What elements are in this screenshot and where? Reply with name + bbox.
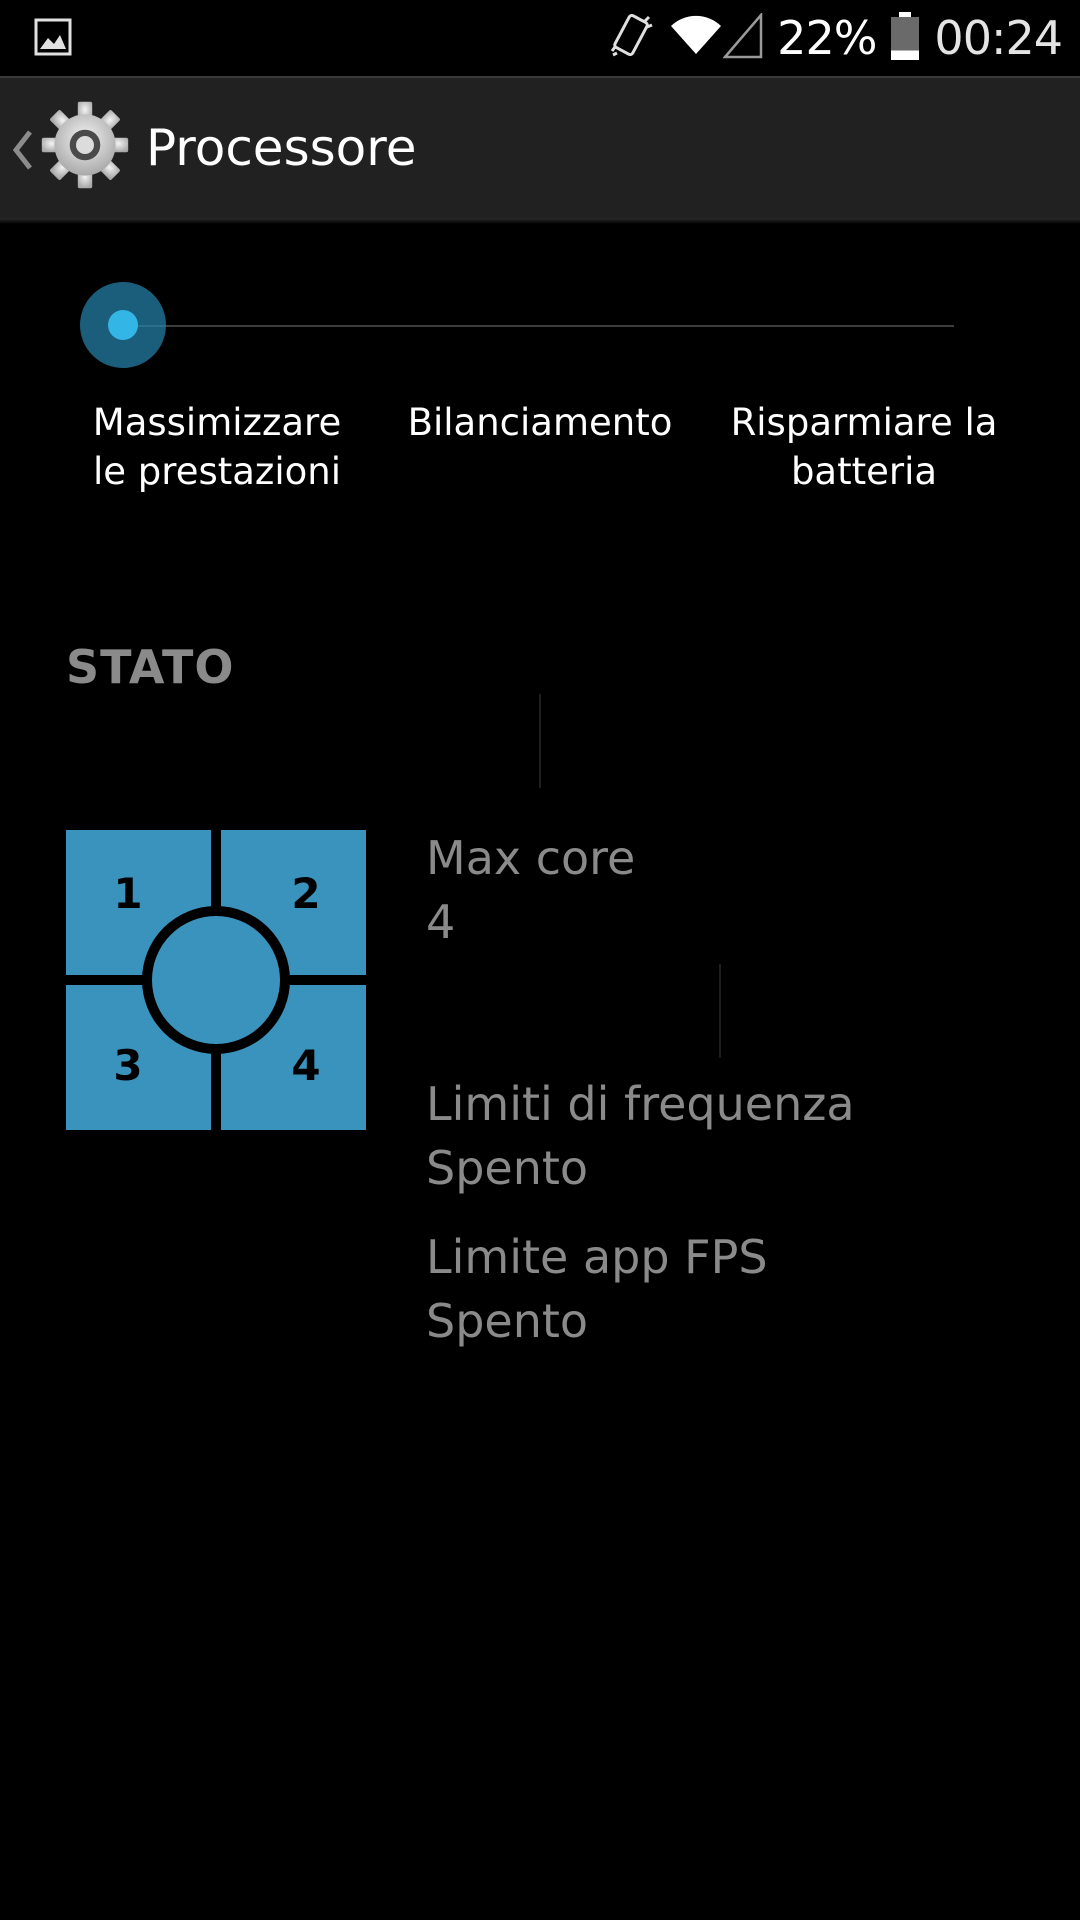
chevron-left-icon <box>12 130 34 175</box>
clock: 00:24 <box>934 11 1063 65</box>
status-bar: 22% 00:24 <box>0 0 1080 76</box>
mode-option-battery-saving[interactable]: Risparmiare la batteria <box>712 398 1016 496</box>
mode-option-balanced[interactable]: Bilanciamento <box>395 398 685 447</box>
divider <box>539 694 541 788</box>
slider-thumb[interactable] <box>80 282 166 368</box>
stat-value: Spento <box>426 1294 589 1348</box>
core-label-2: 2 <box>291 869 320 918</box>
cpu-cores-icon: 1 2 3 4 <box>66 830 366 1130</box>
stat-max-core[interactable]: Max core 4 <box>426 826 635 954</box>
stat-value: Spento <box>426 1141 589 1195</box>
action-bar: Processore <box>0 76 1080 218</box>
gallery-notification-icon <box>34 18 72 61</box>
gear-icon <box>40 100 130 195</box>
stat-title: Limite app FPS <box>426 1230 768 1284</box>
core-label-4: 4 <box>291 1041 320 1090</box>
core-label-3: 3 <box>113 1041 142 1090</box>
stat-title: Limiti di frequenza <box>426 1077 855 1131</box>
stat-title: Max core <box>426 831 636 885</box>
core-label-1: 1 <box>113 869 142 918</box>
stat-app-fps-limit[interactable]: Limite app FPS Spento <box>426 1225 768 1353</box>
slider-track[interactable] <box>124 325 954 327</box>
vibrate-icon <box>610 11 655 66</box>
slider-thumb-core <box>108 310 138 340</box>
wifi-icon <box>669 14 723 63</box>
page-title: Processore <box>146 119 417 177</box>
battery-icon <box>890 11 920 66</box>
section-header-status: STATO <box>66 640 235 694</box>
up-navigation-button[interactable] <box>0 78 130 218</box>
divider <box>719 964 721 1058</box>
mode-option-max-performance[interactable]: Massimizzare le prestazioni <box>62 398 372 496</box>
stat-frequency-limits[interactable]: Limiti di frequenza Spento <box>426 1072 855 1200</box>
signal-icon <box>722 11 763 64</box>
action-bar-shadow <box>0 218 1080 224</box>
battery-percent: 22% <box>777 11 877 65</box>
stat-value: 4 <box>426 895 456 949</box>
